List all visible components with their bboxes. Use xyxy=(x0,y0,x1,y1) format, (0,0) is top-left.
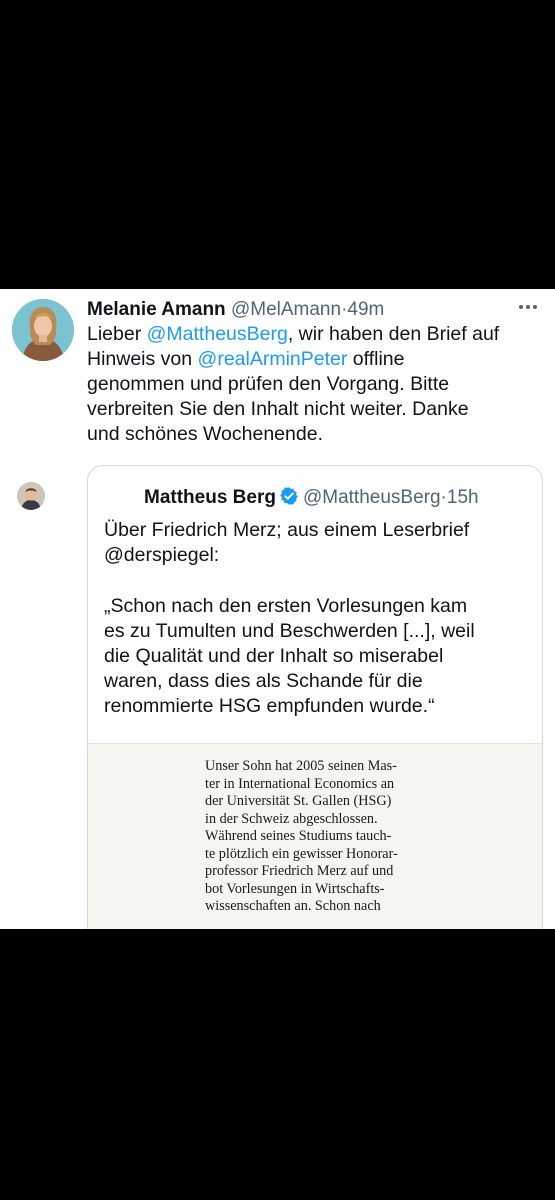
quoted-text-line: es zu Tumulten und Beschwerden [...], we… xyxy=(104,620,475,642)
tweet-text-segment: verbreiten Sie den Inhalt nicht weiter. … xyxy=(87,398,469,420)
avatar-portrait xyxy=(12,299,74,361)
verified-badge-icon xyxy=(279,486,299,515)
clipping-text-line: Unser Sohn hat 2005 seinen Mas- xyxy=(205,758,397,774)
quoted-text-line: waren, dass dies als Schande für die xyxy=(104,670,423,692)
quoted-tweet-time: 15h xyxy=(446,487,479,508)
clipping-text-line: bot Vorlesungen in Wirtschafts- xyxy=(205,880,385,897)
tweet-time[interactable]: 49m xyxy=(347,299,384,320)
tweet-text-line: Hinweis von @realArminPeter offline xyxy=(87,347,542,372)
author-name[interactable]: Melanie Amann xyxy=(87,299,226,320)
quoted-author-avatar xyxy=(17,482,45,510)
tweet-text-segment: , wir haben den Brief auf xyxy=(287,323,500,345)
clipping-text-line: te plötzlich ein gewisser Honorar- xyxy=(205,845,398,862)
clipping-text-line: ter in International Economics an xyxy=(205,775,395,792)
quoted-author-name: Mattheus Berg xyxy=(144,487,276,508)
quoted-text-line: „Schon nach den ersten Vorlesungen kam xyxy=(104,595,468,617)
tweet-text-segment: Lieber xyxy=(87,323,147,345)
tweet-header: Melanie Amann @MelAmann·49m xyxy=(87,295,539,325)
clipping-text-line: Während seines Studiums tauch- xyxy=(205,828,392,844)
tweet-text: Lieber @MattheusBerg, wir haben den Brie… xyxy=(87,322,542,447)
mention-link[interactable]: @MattheusBerg xyxy=(147,323,288,345)
tweet-text-segment: und schönes Wochenende. xyxy=(87,423,323,445)
quoted-tweet[interactable]: Mattheus Berg @MattheusBerg·15h Über Frie… xyxy=(87,465,543,929)
quoted-author-handle: @MattheusBerg xyxy=(302,487,441,508)
tweet-text-segment: genommen und prüfen den Vorgang. Bitte xyxy=(87,373,450,395)
clipping-text-line: professor Friedrich Merz auf und xyxy=(205,863,394,879)
tweet-card[interactable]: Melanie Amann @MelAmann·49m Lieber @Matt… xyxy=(0,289,555,929)
clipping-text-line: in der Schweiz abgeschlossen. xyxy=(205,810,378,827)
quoted-text-line: die Qualität und der Inhalt so miserabel xyxy=(104,645,444,667)
clipping-text-line: wissenschaften an. Schon nach xyxy=(205,898,381,914)
tweet-text-segment: offline xyxy=(347,348,405,370)
more-horizontal-icon[interactable] xyxy=(515,297,541,317)
quoted-text-line: renommierte HSG empfunden wurde.“ xyxy=(104,695,435,717)
quoted-text-line: @derspiegel: xyxy=(104,544,220,566)
tweet-text-line: genommen und prüfen den Vorgang. Bitte xyxy=(87,372,542,397)
quoted-tweet-header: Mattheus Berg @MattheusBerg·15h xyxy=(144,484,530,512)
newspaper-clipping-text: Unser Sohn hat 2005 seinen Mas-ter in In… xyxy=(205,758,425,916)
author-handle[interactable]: @MelAmann xyxy=(231,299,341,320)
quoted-text-line: Über Friedrich Merz; aus einem Leserbrie… xyxy=(104,519,470,541)
tweet-text-line: verbreiten Sie den Inhalt nicht weiter. … xyxy=(87,397,542,422)
quoted-tweet-text: Über Friedrich Merz; aus einem Leserbrie… xyxy=(104,518,534,719)
tweet-text-segment: Hinweis von xyxy=(87,348,198,370)
quoted-avatar-portrait xyxy=(17,482,45,510)
author-avatar[interactable] xyxy=(12,299,74,361)
tweet-text-line: Lieber @MattheusBerg, wir haben den Brie… xyxy=(87,322,542,347)
tweet-text-line: und schönes Wochenende. xyxy=(87,422,542,447)
quoted-tweet-image[interactable]: Unser Sohn hat 2005 seinen Mas-ter in In… xyxy=(88,743,542,929)
clipping-text-line: der Universität St. Gallen (HSG) xyxy=(205,793,392,809)
mention-link[interactable]: @realArminPeter xyxy=(198,348,348,370)
